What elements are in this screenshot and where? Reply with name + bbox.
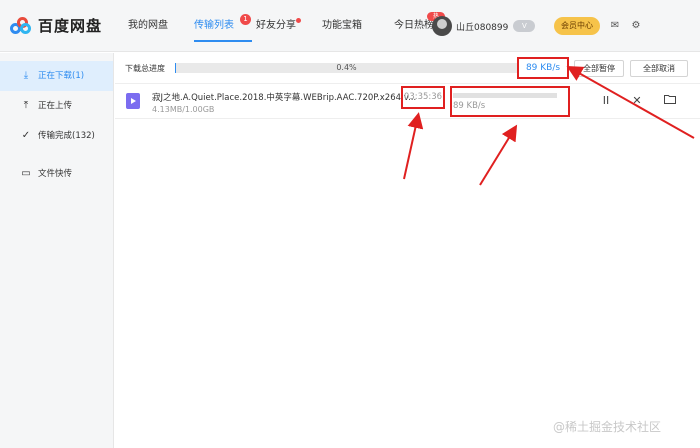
sidebar-item-label: 正在上传 — [38, 101, 73, 111]
cancel-all-button[interactable]: 全部取消 — [630, 60, 688, 77]
list-item[interactable]: 寂J之地.A.Quiet.Place.2018.中英字幕.WEBrip.AAC.… — [115, 83, 700, 119]
nav-friend-share[interactable]: 好友分享 — [256, 0, 322, 52]
vip-level-icon: V — [513, 20, 536, 32]
progress-percent: 0.4% — [336, 63, 357, 72]
total-progress-row: 下载总进度 0.4% 89 KB/s 全部暂停 全部取消 — [115, 53, 700, 83]
sidebar-item-downloading[interactable]: ⤓ 正在下载(1) — [0, 61, 113, 91]
sidebar-item-label: 文件快传 — [38, 169, 73, 179]
monitor-icon: ▭ — [21, 168, 31, 179]
task-progress: 89 KB/s — [450, 86, 570, 117]
sidebar-item-label: 传输完成(132) — [38, 131, 95, 141]
nav-toolbox[interactable]: 功能宝箱 — [322, 0, 394, 52]
gear-icon[interactable]: ⚙ — [627, 17, 645, 35]
nav-label: 好友分享 — [256, 20, 296, 31]
download-icon: ⤓ — [23, 70, 29, 81]
nav-transfer-list[interactable]: 传输列表 1 — [190, 0, 256, 52]
member-center-button[interactable]: 会员中心 — [554, 17, 600, 35]
nav-label: 今日热榜 — [394, 20, 434, 31]
sidebar-item-label: 正在下载(1) — [38, 71, 85, 81]
watermark: @稀土掘金技术社区 — [553, 420, 662, 434]
sidebar-item-completed[interactable]: ✓ 传输完成(132) — [0, 121, 113, 151]
sidebar-item-uploading[interactable]: ⤒ 正在上传 — [0, 91, 113, 121]
remaining-time: 03:35:36 — [401, 86, 445, 109]
username: 山丘080899 — [456, 22, 509, 33]
user-info[interactable]: 山丘080899 V — [432, 16, 536, 36]
pause-all-button[interactable]: 全部暂停 — [574, 60, 624, 77]
nav-label: 我的网盘 — [128, 20, 168, 31]
file-size: 4.13MB/1.00GB — [152, 105, 215, 114]
sidebar-item-quick-transfer[interactable]: ▭ 文件快传 — [0, 159, 113, 189]
task-progress-bar — [453, 93, 557, 98]
mail-icon[interactable]: ✉ — [606, 17, 624, 35]
sidebar: ⤓ 正在下载(1) ⤒ 正在上传 ✓ 传输完成(132) ▭ 文件快传 — [0, 53, 114, 448]
app-logo[interactable]: 百度网盘 — [10, 15, 102, 36]
progress-label: 下载总进度 — [125, 64, 165, 73]
main-nav: 我的网盘 传输列表 1 好友分享 功能宝箱 今日热榜 热 — [128, 0, 454, 52]
top-icons: ✉ ⚙ — [606, 17, 648, 35]
avatar[interactable] — [432, 16, 452, 36]
notification-dot — [296, 18, 301, 23]
app-name: 百度网盘 — [38, 17, 103, 35]
pause-icon[interactable]: II — [598, 93, 614, 109]
video-file-icon — [126, 93, 140, 109]
main-content: 下载总进度 0.4% 89 KB/s 全部暂停 全部取消 寂J之地.A.Quie… — [115, 53, 700, 448]
check-circle-icon: ✓ — [21, 130, 31, 141]
transfer-count-badge: 1 — [240, 14, 251, 25]
top-bar: 百度网盘 我的网盘 传输列表 1 好友分享 功能宝箱 今日热榜 热 山丘0808… — [0, 0, 700, 52]
total-progress-bar: 0.4% — [175, 63, 518, 73]
close-icon[interactable]: ✕ — [629, 93, 645, 109]
nav-label: 功能宝箱 — [322, 20, 362, 31]
nav-my-disk[interactable]: 我的网盘 — [128, 0, 190, 52]
total-speed: 89 KB/s — [517, 57, 569, 79]
baidu-netdisk-logo-icon — [10, 16, 32, 35]
folder-icon[interactable] — [662, 93, 678, 109]
upload-icon: ⤒ — [23, 100, 29, 111]
file-name: 寂J之地.A.Quiet.Place.2018.中英字幕.WEBrip.AAC.… — [152, 93, 417, 103]
task-speed: 89 KB/s — [453, 101, 486, 111]
nav-label: 传输列表 — [194, 20, 234, 31]
